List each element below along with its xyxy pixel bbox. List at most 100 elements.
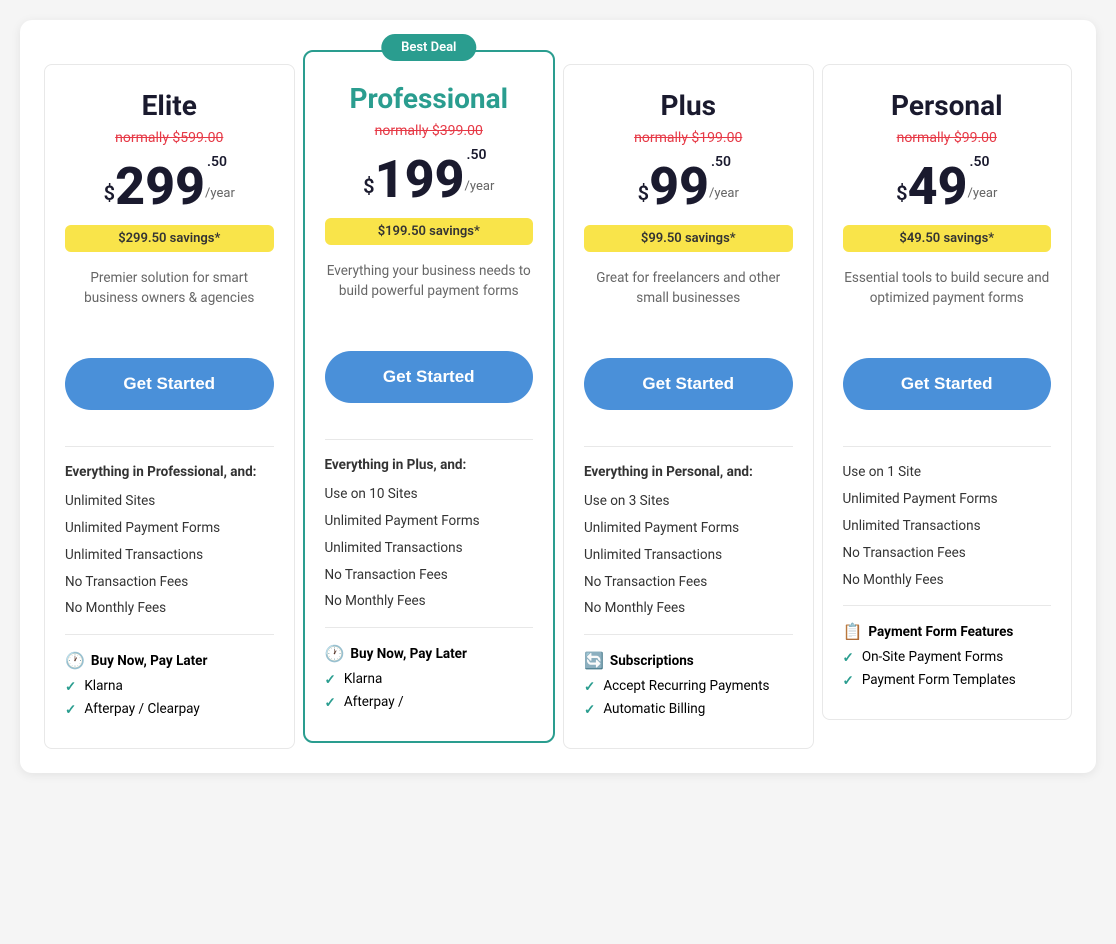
check-icon-professional-0: ✓ (325, 672, 336, 688)
check-icon-personal-1: ✓ (843, 673, 854, 689)
plans-container: Elite normally $599.00 $ 299 .50 /year $… (40, 60, 1076, 753)
price-dollar-elite: $ (104, 181, 115, 205)
feature-item-plus-1: Unlimited Payment Forms (584, 519, 793, 538)
price-row-elite: $ 299 .50 /year (65, 154, 274, 213)
features-header-professional: Everything in Plus, and: (325, 456, 534, 475)
section-item-personal-0: ✓ On-Site Payment Forms (843, 649, 1052, 666)
plan-card-elite: Elite normally $599.00 $ 299 .50 /year $… (44, 64, 295, 749)
plan-name-elite: Elite (65, 89, 274, 122)
feature-item-plus-2: Unlimited Transactions (584, 546, 793, 565)
feature-item-personal-2: Unlimited Transactions (843, 517, 1052, 536)
feature-item-professional-0: Use on 10 Sites (325, 485, 534, 504)
divider-elite (65, 446, 274, 447)
section-divider-plus (584, 634, 793, 635)
plan-card-professional: Best Deal Professional normally $399.00 … (303, 50, 556, 743)
section-header-label-professional: Buy Now, Pay Later (350, 646, 466, 662)
savings-badge-plus: $99.50 savings* (584, 225, 793, 252)
feature-item-professional-4: No Monthly Fees (325, 592, 534, 611)
plan-description-personal: Essential tools to build secure and opti… (843, 268, 1052, 338)
price-main-plus: 99 (649, 161, 709, 213)
section-item-elite-1: ✓ Afterpay / Clearpay (65, 701, 274, 718)
section-item-elite-0: ✓ Klarna (65, 678, 274, 695)
section-item-label-professional-0: Klarna (344, 671, 382, 687)
section-icon-elite: 🕐 (65, 651, 85, 670)
section-item-plus-0: ✓ Accept Recurring Payments (584, 678, 793, 695)
section-icon-personal: 📋 (843, 622, 863, 641)
original-price-professional: normally $399.00 (325, 123, 534, 139)
section-icon-professional: 🕐 (325, 644, 345, 663)
price-dollar-professional: $ (363, 174, 374, 198)
feature-item-elite-0: Unlimited Sites (65, 492, 274, 511)
get-started-btn-personal[interactable]: Get Started (843, 358, 1052, 410)
section-divider-professional (325, 627, 534, 628)
section-header-label-plus: Subscriptions (610, 653, 694, 669)
check-icon-plus-1: ✓ (584, 702, 595, 718)
price-cents-elite: .50 (207, 154, 227, 170)
feature-item-personal-3: No Transaction Fees (843, 544, 1052, 563)
feature-item-elite-3: No Transaction Fees (65, 573, 274, 592)
section-item-label-personal-1: Payment Form Templates (862, 672, 1016, 688)
section-item-label-professional-1: Afterpay / (344, 694, 404, 710)
feature-item-elite-1: Unlimited Payment Forms (65, 519, 274, 538)
plan-name-professional: Professional (325, 82, 534, 115)
price-cents-professional: .50 (467, 147, 487, 163)
price-row-professional: $ 199 .50 /year (325, 147, 534, 206)
section-item-label-elite-1: Afterpay / Clearpay (84, 701, 200, 717)
feature-item-elite-4: No Monthly Fees (65, 599, 274, 618)
original-price-plus: normally $199.00 (584, 130, 793, 146)
get-started-btn-elite[interactable]: Get Started (65, 358, 274, 410)
price-period-plus: /year (709, 186, 739, 201)
section-divider-elite (65, 634, 274, 635)
price-dollar-personal: $ (896, 181, 907, 205)
feature-item-personal-0: Use on 1 Site (843, 463, 1052, 482)
plan-card-personal: Personal normally $99.00 $ 49 .50 /year … (822, 64, 1073, 720)
section-divider-personal (843, 605, 1052, 606)
divider-plus (584, 446, 793, 447)
savings-badge-professional: $199.50 savings* (325, 218, 534, 245)
section-header-label-elite: Buy Now, Pay Later (91, 653, 207, 669)
features-header-plus: Everything in Personal, and: (584, 463, 793, 482)
get-started-btn-plus[interactable]: Get Started (584, 358, 793, 410)
section-header-personal: 📋 Payment Form Features (843, 622, 1052, 641)
section-item-label-plus-1: Automatic Billing (603, 701, 705, 717)
savings-badge-elite: $299.50 savings* (65, 225, 274, 252)
feature-item-plus-3: No Transaction Fees (584, 573, 793, 592)
price-main-professional: 199 (375, 154, 465, 206)
original-price-elite: normally $599.00 (65, 130, 274, 146)
features-header-elite: Everything in Professional, and: (65, 463, 274, 482)
features-list-professional: Everything in Plus, and: Use on 10 Sites U… (325, 456, 534, 611)
section-item-label-personal-0: On-Site Payment Forms (862, 649, 1003, 665)
feature-item-plus-0: Use on 3 Sites (584, 492, 793, 511)
price-main-elite: 299 (115, 161, 205, 213)
check-icon-plus-0: ✓ (584, 679, 595, 695)
section-item-label-elite-0: Klarna (84, 678, 122, 694)
section-item-personal-1: ✓ Payment Form Templates (843, 672, 1052, 689)
feature-item-personal-1: Unlimited Payment Forms (843, 490, 1052, 509)
price-cents-personal: .50 (970, 154, 990, 170)
check-icon-elite-0: ✓ (65, 679, 76, 695)
divider-professional (325, 439, 534, 440)
feature-item-personal-4: No Monthly Fees (843, 571, 1052, 590)
feature-item-professional-1: Unlimited Payment Forms (325, 512, 534, 531)
price-row-plus: $ 99 .50 /year (584, 154, 793, 213)
get-started-btn-professional[interactable]: Get Started (325, 351, 534, 403)
features-list-personal: Use on 1 Site Unlimited Payment Forms Unli… (843, 463, 1052, 589)
check-icon-elite-1: ✓ (65, 702, 76, 718)
price-cents-plus: .50 (711, 154, 731, 170)
divider-personal (843, 446, 1052, 447)
pricing-wrapper: Elite normally $599.00 $ 299 .50 /year $… (20, 20, 1096, 773)
feature-item-plus-4: No Monthly Fees (584, 599, 793, 618)
section-header-plus: 🔄 Subscriptions (584, 651, 793, 670)
feature-item-professional-3: No Transaction Fees (325, 566, 534, 585)
section-item-professional-0: ✓ Klarna (325, 671, 534, 688)
plan-description-plus: Great for freelancers and other small bu… (584, 268, 793, 338)
section-header-professional: 🕐 Buy Now, Pay Later (325, 644, 534, 663)
best-deal-badge: Best Deal (381, 34, 476, 61)
plan-name-plus: Plus (584, 89, 793, 122)
plan-description-elite: Premier solution for smart business owne… (65, 268, 274, 338)
section-item-label-plus-0: Accept Recurring Payments (603, 678, 769, 694)
feature-item-elite-2: Unlimited Transactions (65, 546, 274, 565)
price-period-professional: /year (465, 179, 495, 194)
price-main-personal: 49 (908, 161, 968, 213)
plan-name-personal: Personal (843, 89, 1052, 122)
